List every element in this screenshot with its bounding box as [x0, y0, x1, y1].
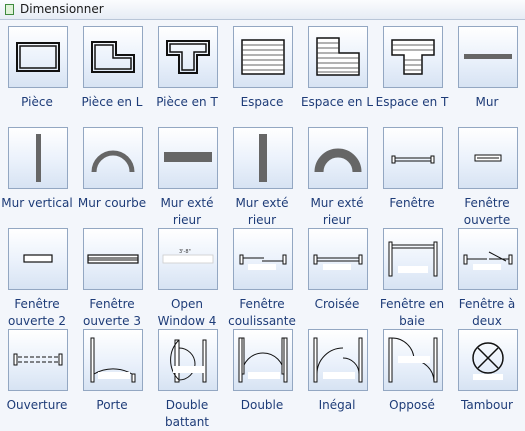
shape-thumbnail[interactable] — [8, 329, 68, 391]
shape-thumbnail[interactable] — [458, 228, 518, 290]
shape-label: Fenêtre ouverte 2 — [8, 297, 66, 328]
shape-label: Pièce en L — [81, 95, 143, 109]
panel-header[interactable]: Dimensionner — [0, 0, 525, 20]
shape-thumbnail[interactable] — [83, 329, 143, 391]
shape-label: Fenêtre ouverte — [463, 196, 511, 227]
shape-thumbnail[interactable] — [458, 329, 518, 391]
shape-thumbnail[interactable] — [158, 127, 218, 189]
shape-label: Inégal — [318, 398, 356, 412]
shape-label: Mur exté rieur — [160, 196, 214, 227]
shape-thumbnail[interactable] — [308, 228, 368, 290]
shape-label: Fenêtre en baie — [379, 297, 445, 328]
shape-label: Croisée — [314, 297, 360, 311]
shape-label: Fenêtre à deux — [458, 297, 516, 328]
shape-thumbnail[interactable] — [233, 329, 293, 391]
shape-thumbnail[interactable] — [83, 228, 143, 290]
shape-label: Mur — [475, 95, 499, 109]
shape-label: Espace en T — [375, 95, 449, 109]
shape-label: Fenêtre coulissante — [228, 297, 296, 328]
shape-label: Mur courbe — [77, 196, 147, 210]
shape-thumbnail[interactable] — [233, 127, 293, 189]
panel-icon — [5, 4, 14, 15]
shape-label: Fenêtre — [389, 196, 435, 210]
shape-label: Mur exté rieur — [235, 196, 289, 227]
shape-thumbnail[interactable] — [383, 127, 443, 189]
shape-thumbnail[interactable] — [308, 329, 368, 391]
shape-label: Pièce — [21, 95, 53, 109]
shape-label: Tambour — [461, 398, 513, 412]
shape-thumbnail[interactable] — [458, 26, 518, 88]
shape-thumbnail[interactable] — [83, 127, 143, 189]
shape-label: Mur vertical — [1, 196, 73, 210]
shape-thumbnail[interactable] — [458, 127, 518, 189]
shape-thumbnail[interactable] — [383, 26, 443, 88]
shape-thumbnail[interactable] — [308, 26, 368, 88]
shape-label: Porte — [96, 398, 128, 412]
shape-thumbnail[interactable] — [8, 26, 68, 88]
shape-thumbnail[interactable] — [8, 127, 68, 189]
shape-label: Open Window 4 — [157, 297, 217, 328]
shape-label: Pièce en T — [156, 95, 218, 109]
shape-label: Mur exté rieur — [310, 196, 364, 227]
shape-thumbnail[interactable] — [383, 228, 443, 290]
shape-thumbnail[interactable]: 3'-8" — [158, 228, 218, 290]
shape-label: Ouverture — [6, 398, 68, 412]
panel-title: Dimensionner — [20, 2, 104, 16]
shape-label: Espace — [240, 95, 284, 109]
shape-thumbnail[interactable] — [8, 228, 68, 290]
shape-thumbnail[interactable] — [158, 329, 218, 391]
shape-thumbnail[interactable] — [233, 26, 293, 88]
shape-label: Opposé — [389, 398, 435, 412]
shape-thumbnail[interactable] — [233, 228, 293, 290]
shape-label: Double battant — [164, 398, 210, 429]
shape-thumbnail[interactable] — [383, 329, 443, 391]
dimension-text: 3'-8" — [179, 249, 191, 255]
shape-thumbnail[interactable] — [158, 26, 218, 88]
shape-label: Double — [240, 398, 284, 412]
shape-label: Fenêtre ouverte 3 — [83, 297, 141, 328]
shape-thumbnail[interactable] — [308, 127, 368, 189]
shape-label: Espace en L — [300, 95, 374, 109]
shape-thumbnail[interactable] — [83, 26, 143, 88]
